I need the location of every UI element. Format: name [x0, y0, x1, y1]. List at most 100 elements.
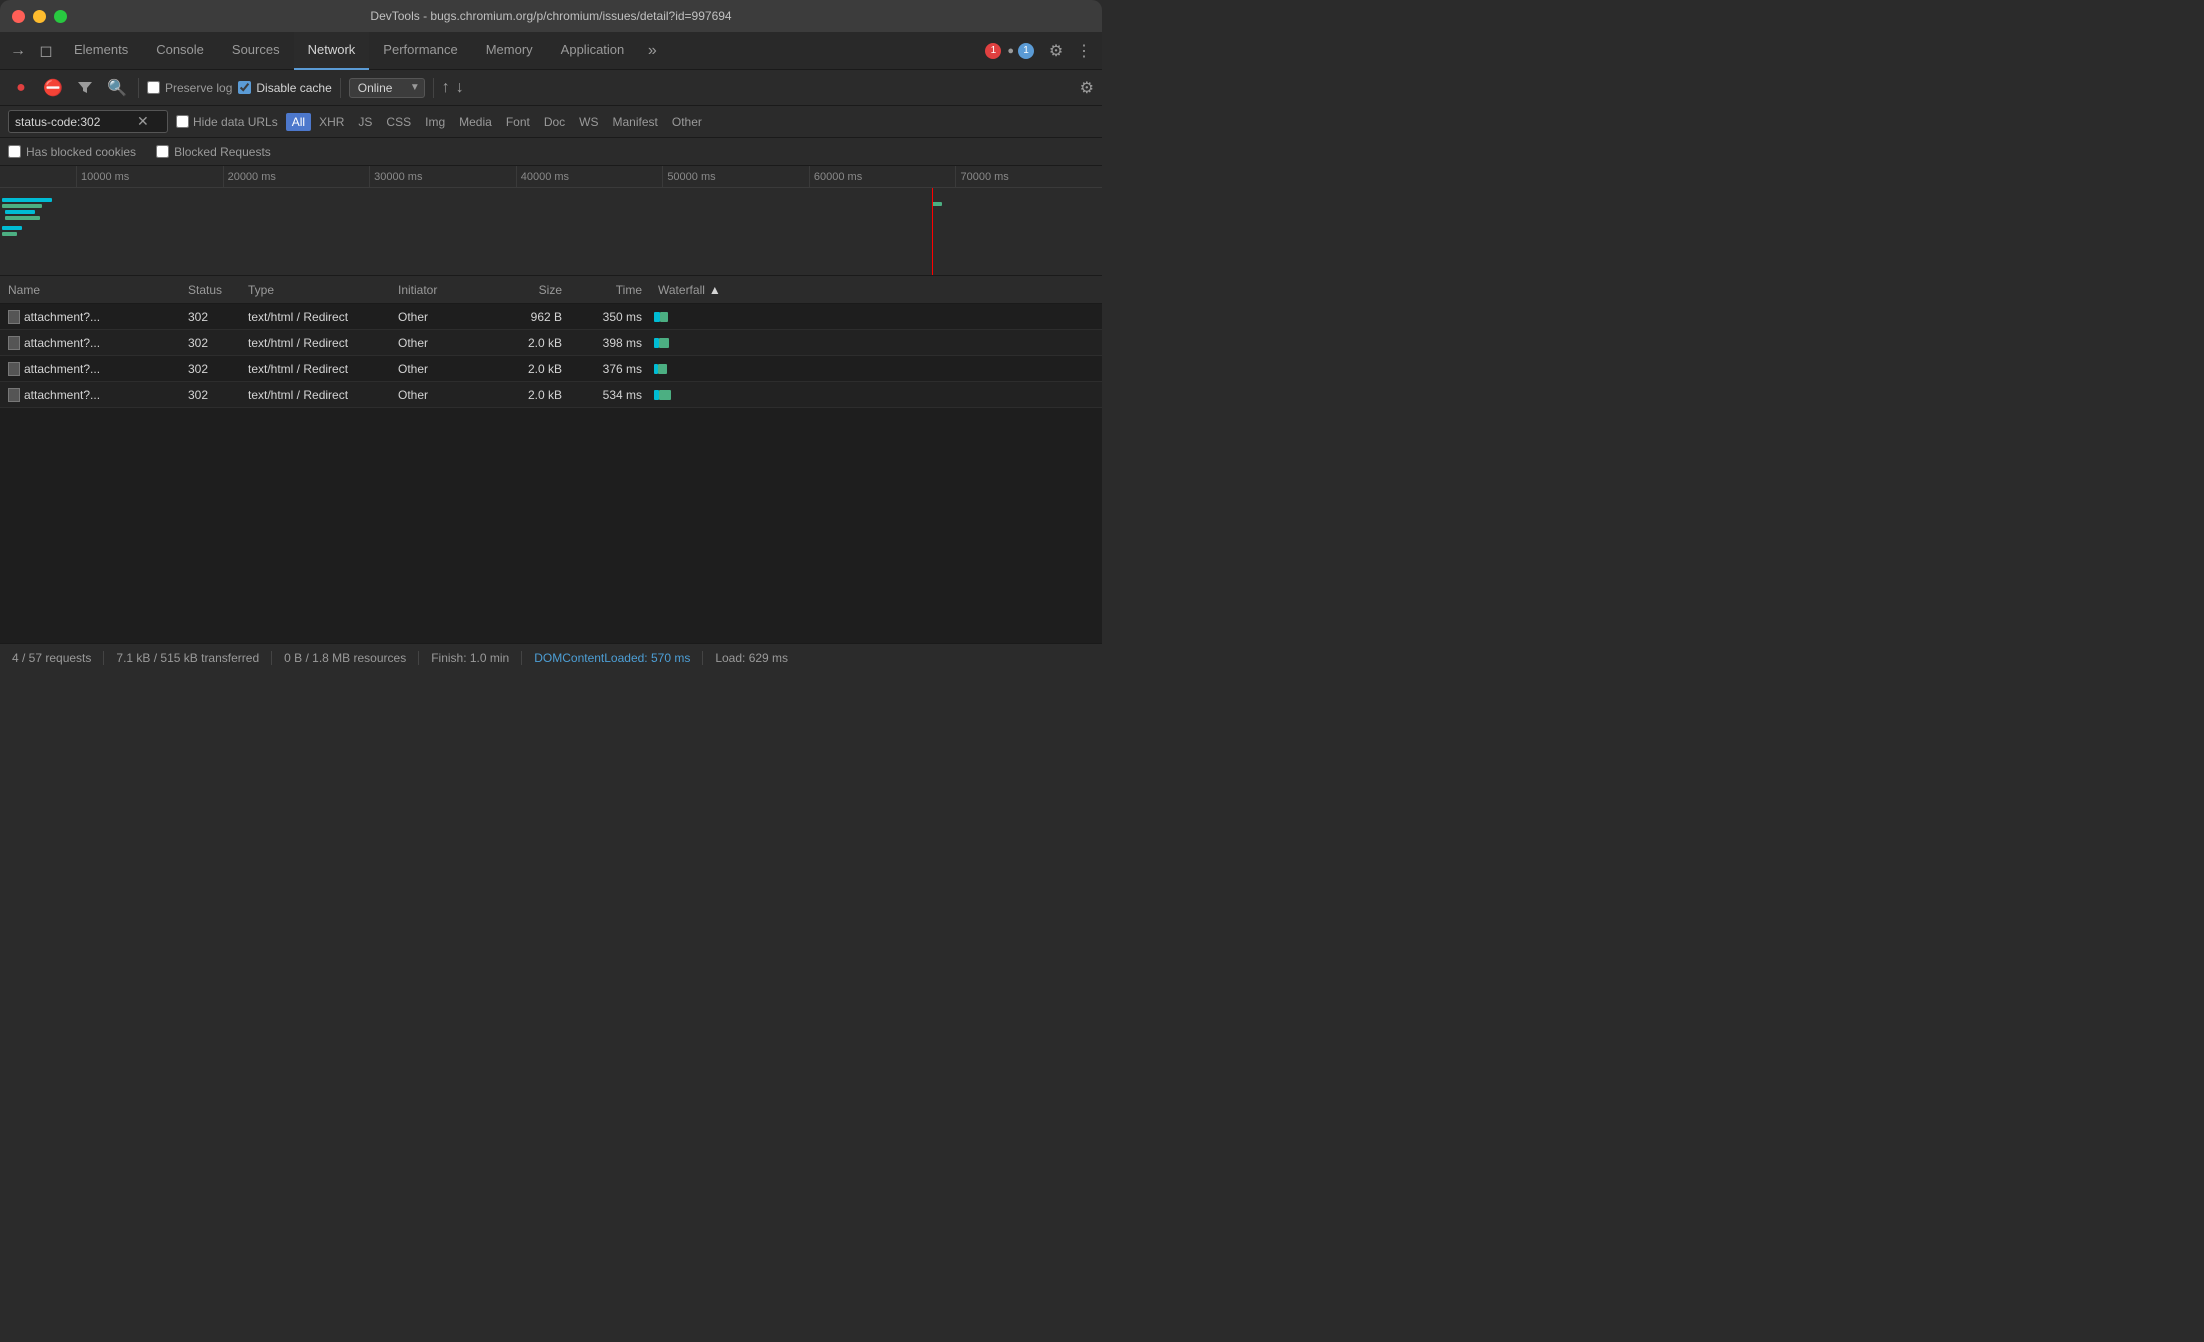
- network-table: Name Status Type Initiator Size Time Wat…: [0, 276, 1102, 643]
- preserve-log-checkbox[interactable]: [147, 81, 160, 94]
- cell-status-4: 302: [180, 388, 240, 402]
- filter-type-ws[interactable]: WS: [573, 113, 604, 131]
- preserve-log-label[interactable]: Preserve log: [147, 81, 232, 95]
- has-blocked-cookies-label[interactable]: Has blocked cookies: [8, 145, 136, 159]
- blocked-requests-label[interactable]: Blocked Requests: [156, 145, 271, 159]
- header-waterfall[interactable]: Waterfall ▲: [650, 283, 1102, 297]
- timeline-bar-2: [2, 204, 42, 208]
- header-type[interactable]: Type: [240, 283, 390, 297]
- warning-icon: ●: [1007, 45, 1014, 57]
- tab-elements[interactable]: Elements: [60, 32, 142, 70]
- wf-bar-green-1: [660, 312, 668, 322]
- settings-icon[interactable]: ⚙: [1042, 37, 1070, 65]
- tab-application[interactable]: Application: [547, 32, 639, 70]
- table-row[interactable]: attachment?... 302 text/html / Redirect …: [0, 304, 1102, 330]
- header-status[interactable]: Status: [180, 283, 240, 297]
- table-row[interactable]: attachment?... 302 text/html / Redirect …: [0, 330, 1102, 356]
- table-row[interactable]: attachment?... 302 text/html / Redirect …: [0, 382, 1102, 408]
- timeline-bar-4: [5, 216, 40, 220]
- maximize-button[interactable]: [54, 10, 67, 23]
- cell-waterfall-1: [650, 304, 1102, 329]
- divider-3: [433, 78, 434, 98]
- cell-initiator-1: Other: [390, 310, 490, 324]
- tab-performance[interactable]: Performance: [369, 32, 471, 70]
- table-header: Name Status Type Initiator Size Time Wat…: [0, 276, 1102, 304]
- wf-bar-green-2: [659, 338, 669, 348]
- divider-2: [340, 78, 341, 98]
- filter-icon[interactable]: [72, 75, 98, 101]
- ruler-mark-6: 60000 ms: [809, 166, 956, 187]
- cell-name-1: attachment?...: [0, 310, 180, 324]
- cell-status-1: 302: [180, 310, 240, 324]
- tab-sources[interactable]: Sources: [218, 32, 294, 70]
- file-icon: [8, 336, 20, 350]
- table-row[interactable]: attachment?... 302 text/html / Redirect …: [0, 356, 1102, 382]
- disable-cache-label[interactable]: Disable cache: [238, 81, 331, 95]
- filter-type-css[interactable]: CSS: [380, 113, 417, 131]
- hide-data-urls-checkbox[interactable]: [176, 115, 189, 128]
- filter-type-manifest[interactable]: Manifest: [607, 113, 664, 131]
- window-title: DevTools - bugs.chromium.org/p/chromium/…: [370, 9, 731, 23]
- record-button[interactable]: ●: [8, 75, 34, 101]
- cursor-icon[interactable]: →: [4, 37, 32, 65]
- file-icon: [8, 310, 20, 324]
- wf-bar-green-4: [659, 390, 671, 400]
- cell-name-4: attachment?...: [0, 388, 180, 402]
- tab-memory[interactable]: Memory: [472, 32, 547, 70]
- timeline-bar-1: [2, 198, 52, 202]
- close-button[interactable]: [12, 10, 25, 23]
- filter-type-all[interactable]: All: [286, 113, 311, 131]
- cell-time-2: 398 ms: [570, 336, 650, 350]
- ruler-mark-7: 70000 ms: [955, 166, 1102, 187]
- search-button[interactable]: 🔍: [104, 75, 130, 101]
- cell-status-2: 302: [180, 336, 240, 350]
- hide-data-urls-label[interactable]: Hide data URLs: [176, 115, 278, 129]
- header-initiator[interactable]: Initiator: [390, 283, 490, 297]
- clear-button[interactable]: ⛔: [40, 75, 66, 101]
- more-tabs-icon[interactable]: »: [638, 37, 666, 65]
- has-blocked-cookies-checkbox[interactable]: [8, 145, 21, 158]
- header-name[interactable]: Name: [0, 283, 180, 297]
- upload-icon[interactable]: ↑: [442, 79, 450, 97]
- devtools-main: → ◻ Elements Console Sources Network Per…: [0, 32, 1102, 671]
- filter-type-img[interactable]: Img: [419, 113, 451, 131]
- filter-type-media[interactable]: Media: [453, 113, 498, 131]
- cell-size-3: 2.0 kB: [490, 362, 570, 376]
- throttle-select[interactable]: Online Fast 3G Slow 3G: [349, 78, 425, 98]
- cell-time-1: 350 ms: [570, 310, 650, 324]
- cell-type-4: text/html / Redirect: [240, 388, 390, 402]
- checkbox-row: Has blocked cookies Blocked Requests: [0, 138, 1102, 166]
- blocked-requests-checkbox[interactable]: [156, 145, 169, 158]
- divider-1: [138, 78, 139, 98]
- filter-type-font[interactable]: Font: [500, 113, 536, 131]
- minimize-button[interactable]: [33, 10, 46, 23]
- warning-badge: 1: [1018, 43, 1034, 59]
- more-options-icon[interactable]: ⋮: [1070, 37, 1098, 65]
- cell-status-3: 302: [180, 362, 240, 376]
- cell-waterfall-4: [650, 382, 1102, 407]
- tab-console[interactable]: Console: [142, 32, 218, 70]
- devtools-tabs: → ◻ Elements Console Sources Network Per…: [0, 32, 1102, 70]
- filter-type-other[interactable]: Other: [666, 113, 708, 131]
- clear-filter-icon[interactable]: ✕: [135, 113, 151, 130]
- cell-name-2: attachment?...: [0, 336, 180, 350]
- ruler-mark-3: 30000 ms: [369, 166, 516, 187]
- filter-type-xhr[interactable]: XHR: [313, 113, 350, 131]
- download-icon[interactable]: ↓: [456, 79, 464, 97]
- network-settings-icon[interactable]: ⚙: [1080, 78, 1094, 98]
- tab-network[interactable]: Network: [294, 32, 370, 70]
- filter-type-doc[interactable]: Doc: [538, 113, 571, 131]
- disable-cache-checkbox[interactable]: [238, 81, 251, 94]
- filter-input[interactable]: [15, 115, 135, 129]
- ruler-mark-4: 40000 ms: [516, 166, 663, 187]
- cell-type-1: text/html / Redirect: [240, 310, 390, 324]
- device-icon[interactable]: ◻: [32, 37, 60, 65]
- ruler-mark-1: 10000 ms: [76, 166, 223, 187]
- timeline-content: [0, 188, 1102, 276]
- header-time[interactable]: Time: [570, 283, 650, 297]
- header-size[interactable]: Size: [490, 283, 570, 297]
- badge-group: 1 ● 1: [985, 43, 1034, 59]
- status-bar: 4 / 57 requests 7.1 kB / 515 kB transfer…: [0, 643, 1102, 671]
- filter-bar: ✕ Hide data URLs All XHR JS CSS Img Medi…: [0, 106, 1102, 138]
- filter-type-js[interactable]: JS: [352, 113, 378, 131]
